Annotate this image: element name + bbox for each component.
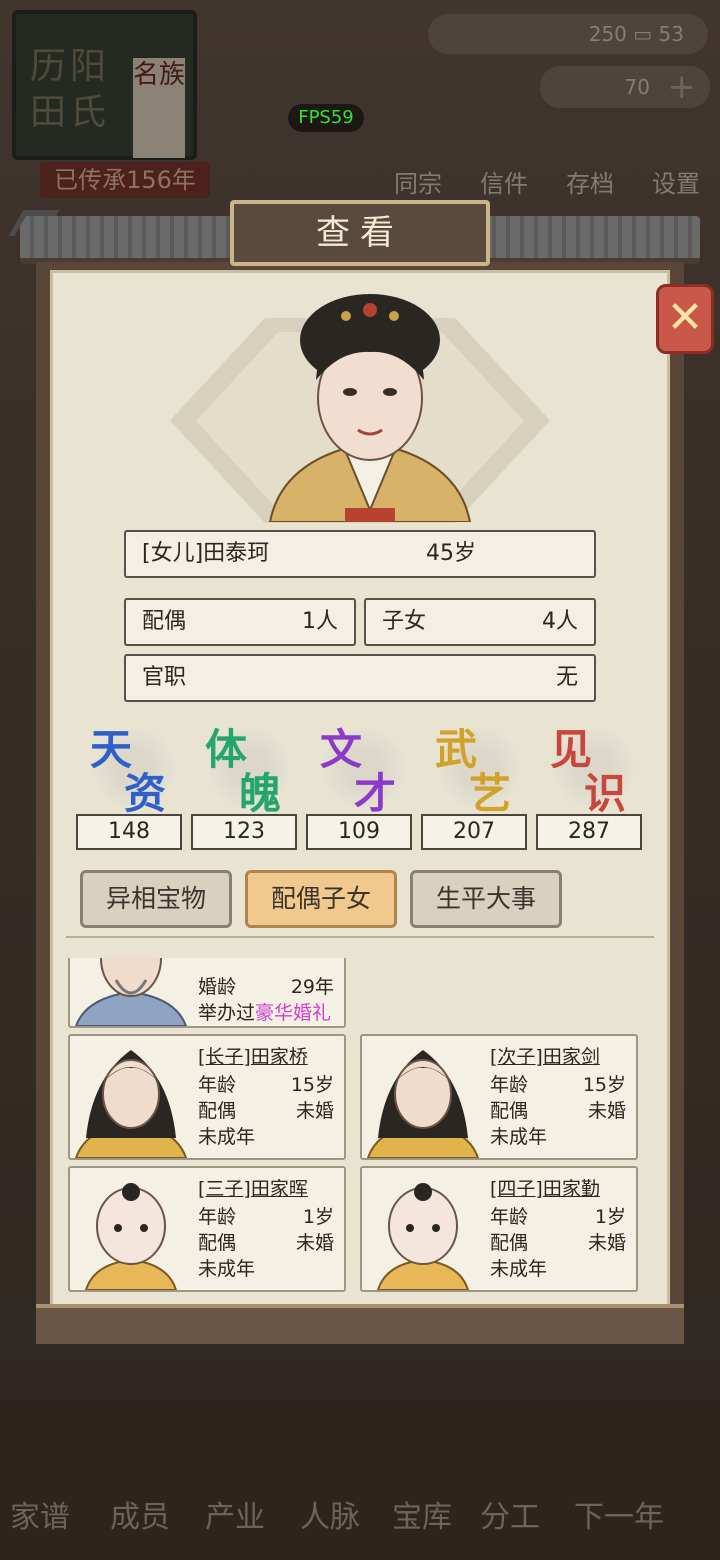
stat-martial-char2: 艺 <box>469 769 512 818</box>
family-list[interactable]: 婚龄 29年 举办过豪华婚礼 [长子]田家桥 年龄15岁 配偶未婚 未成年 <box>66 958 656 1298</box>
stat-physique: 体 魄 123 <box>191 714 299 850</box>
child-spouse-label: 配偶 <box>198 1232 237 1254</box>
person-age: 45岁 <box>426 541 476 566</box>
child-portrait <box>74 1050 188 1158</box>
spouse-portrait <box>74 958 188 1026</box>
stat-insight-glyph: 见 识 <box>536 714 644 818</box>
baby-portrait <box>84 1183 178 1290</box>
stat-literary-char2: 才 <box>354 769 397 818</box>
wedding-highlight: 豪华婚礼 <box>255 1002 332 1024</box>
child-card-3[interactable]: [三子]田家晖 年龄 1岁 配偶 未婚 未成年 <box>68 1166 346 1292</box>
child-status: 未成年 <box>198 1258 256 1280</box>
child-age-row: 年龄 1岁 <box>198 1202 338 1229</box>
child-spouse: 未婚 <box>587 1100 626 1122</box>
child-spouse-row: 配偶 未婚 <box>198 1096 338 1123</box>
child-age-label: 年龄 <box>490 1074 529 1096</box>
dialog-title: 查看 <box>230 200 490 266</box>
child-spouse-label: 配偶 <box>490 1232 529 1254</box>
child-age: 1岁 <box>302 1206 334 1228</box>
child-status: 未成年 <box>490 1258 548 1280</box>
spouse-card[interactable]: 婚龄 29年 举办过豪华婚礼 <box>68 958 346 1028</box>
stat-martial: 武 艺 207 <box>421 714 529 850</box>
child-card-1[interactable]: [长子]田家桥 年龄 15岁 配偶 未婚 未成年 <box>68 1034 346 1160</box>
child-age-row: 年龄 15岁 <box>198 1070 338 1097</box>
fps-counter: FPS59 <box>288 104 364 132</box>
child-card-2[interactable]: [次子]田家剑 年龄 15岁 配偶 未婚 未成年 <box>360 1034 638 1160</box>
person-relation-name: [女儿]田泰珂 <box>142 541 270 566</box>
child-age: 15岁 <box>582 1074 626 1096</box>
stat-talent-glyph: 天 资 <box>76 714 184 818</box>
child-age: 15岁 <box>290 1074 334 1096</box>
marriage-age-value: 29年 <box>290 976 334 998</box>
child-age-row: 年龄 1岁 <box>490 1202 630 1229</box>
office-label: 官职 <box>142 665 187 690</box>
section-divider <box>66 936 654 946</box>
child-age-row: 年龄 15岁 <box>490 1070 630 1097</box>
children-label: 子女 <box>382 609 427 634</box>
child-age-label: 年龄 <box>198 1074 237 1096</box>
office-row: 官职 无 <box>124 654 596 702</box>
child-name[interactable]: [长子]田家桥 <box>198 1042 308 1069</box>
child-spouse: 未婚 <box>587 1232 626 1254</box>
child-status: 未成年 <box>198 1126 256 1148</box>
child-age-label: 年龄 <box>490 1206 529 1228</box>
close-button[interactable]: ✕ <box>656 284 714 354</box>
stat-physique-char2: 魄 <box>239 769 282 818</box>
marriage-age-label: 婚龄 <box>198 976 237 998</box>
child-age-label: 年龄 <box>198 1206 237 1228</box>
tab-life-events[interactable]: 生平大事 <box>410 870 562 928</box>
stat-martial-glyph: 武 艺 <box>421 714 529 818</box>
view-dialog: 查看 ✕ [女儿]田泰珂 45岁 配偶 1人 子女 4人 官职 无 天 资 14… <box>10 198 714 1368</box>
stat-literary: 文 才 109 <box>306 714 414 850</box>
child-portrait <box>366 1050 480 1158</box>
child-spouse: 未婚 <box>295 1100 334 1122</box>
tab-spouse-children[interactable]: 配偶子女 <box>245 870 397 928</box>
tab-treasures[interactable]: 异相宝物 <box>80 870 232 928</box>
spouse-marriage-row: 婚龄 29年 <box>198 972 338 999</box>
spouse-label: 配偶 <box>142 609 187 634</box>
dialog-footer-band <box>36 1304 684 1344</box>
child-age: 1岁 <box>594 1206 626 1228</box>
stat-physique-glyph: 体 魄 <box>191 714 299 818</box>
office-value: 无 <box>555 665 578 690</box>
children-count-row: 子女 4人 <box>364 598 596 646</box>
stat-insight: 见 识 287 <box>536 714 644 850</box>
stat-talent-char2: 资 <box>124 769 167 818</box>
child-card-4[interactable]: [四子]田家勤 年龄 1岁 配偶 未婚 未成年 <box>360 1166 638 1292</box>
spouse-count: 1人 <box>302 609 338 634</box>
person-name-row: [女儿]田泰珂 45岁 <box>124 530 596 578</box>
child-spouse-label: 配偶 <box>490 1100 529 1122</box>
spouse-wedding-row: 举办过豪华婚礼 <box>198 998 348 1025</box>
child-spouse-row: 配偶 未婚 <box>490 1096 630 1123</box>
child-status: 未成年 <box>490 1126 548 1148</box>
stat-talent: 天 资 148 <box>76 714 184 850</box>
spouse-count-row: 配偶 1人 <box>124 598 356 646</box>
character-portrait <box>268 294 472 522</box>
child-name[interactable]: [三子]田家晖 <box>198 1174 308 1201</box>
stat-literary-glyph: 文 才 <box>306 714 414 818</box>
child-spouse-row: 配偶 未婚 <box>490 1228 630 1255</box>
close-x-icon: ✕ <box>666 292 704 343</box>
wedding-prefix: 举办过 <box>198 1002 256 1024</box>
child-spouse: 未婚 <box>295 1232 334 1254</box>
child-name[interactable]: [次子]田家剑 <box>490 1042 600 1069</box>
children-count: 4人 <box>542 609 578 634</box>
stat-insight-char2: 识 <box>584 769 627 818</box>
baby-portrait <box>376 1183 470 1290</box>
child-name[interactable]: [四子]田家勤 <box>490 1174 600 1201</box>
child-spouse-row: 配偶 未婚 <box>198 1228 338 1255</box>
child-spouse-label: 配偶 <box>198 1100 237 1122</box>
